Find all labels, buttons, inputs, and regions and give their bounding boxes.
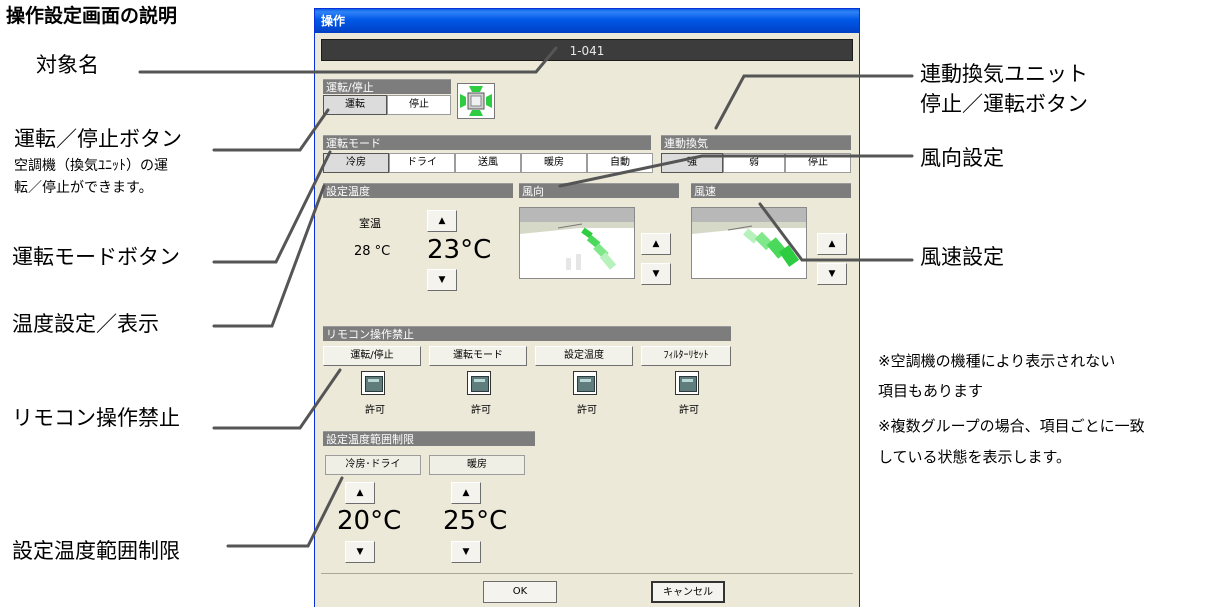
up-arrow-icon: ▲	[828, 239, 836, 249]
wind-speed-icon	[692, 208, 806, 267]
prohibit-filter-reset-button[interactable]: ﾌｨﾙﾀｰﾘｾｯﾄ	[641, 346, 731, 366]
callout-run-stop-button: 運転／停止ボタン	[14, 127, 182, 151]
mode-fan-button[interactable]: 送風	[455, 153, 521, 173]
prohibit-set-temp-button[interactable]: 設定温度	[535, 346, 633, 366]
vent-header: 連動換気	[661, 135, 851, 150]
set-temp-down-button[interactable]: ▼	[427, 269, 457, 291]
callout-wind-direction: 風向設定	[920, 146, 1004, 170]
wind-speed-header: 風速	[691, 183, 851, 198]
up-arrow-icon: ▲	[356, 488, 364, 498]
callout-temp-range-limit: 設定温度範囲制限	[12, 539, 180, 563]
vent-stop-button[interactable]: 停止	[785, 153, 851, 173]
ac-status-icon	[457, 83, 495, 119]
room-temp-value: 28 °C	[354, 244, 391, 259]
callout-remote-prohibit: リモコン操作禁止	[12, 406, 180, 430]
callout-target-name: 対象名	[36, 53, 99, 77]
page-heading: 操作設定画面の説明	[6, 5, 178, 27]
down-arrow-icon: ▼	[828, 269, 836, 279]
note-line-2: 項目もあります	[878, 382, 984, 400]
callout-mode-button: 運転モードボタン	[12, 245, 180, 269]
dialog-title[interactable]: 操作	[315, 9, 859, 33]
wind-direction-down-button[interactable]: ▼	[641, 263, 671, 285]
wind-speed-down-button[interactable]: ▼	[817, 263, 847, 285]
set-temp-up-button[interactable]: ▲	[427, 210, 457, 232]
room-temp-label: 室温	[359, 217, 381, 230]
ok-button[interactable]: OK	[483, 581, 557, 603]
mode-auto-button[interactable]: 自動	[587, 153, 653, 173]
vent-high-button[interactable]: 強	[661, 153, 723, 173]
prohibit-run-stop-button[interactable]: 運転/停止	[323, 346, 421, 366]
callout-temp-setting: 温度設定／表示	[12, 312, 159, 336]
temp-range-cool-dry-tab[interactable]: 冷房･ドライ	[325, 455, 421, 475]
prohibit-mode-button[interactable]: 運転モード	[429, 346, 527, 366]
run-button[interactable]: 運転	[323, 95, 387, 115]
up-arrow-icon: ▲	[438, 216, 446, 226]
set-temp-value: 23°C	[427, 235, 492, 265]
down-arrow-icon: ▼	[438, 275, 446, 285]
wind-speed-up-button[interactable]: ▲	[817, 233, 847, 255]
vent-low-button[interactable]: 弱	[723, 153, 785, 173]
wind-direction-display	[519, 207, 635, 279]
mode-heat-button[interactable]: 暖房	[521, 153, 587, 173]
prohibit-set-temp-state: 許可	[577, 405, 597, 416]
wind-direction-up-button[interactable]: ▲	[641, 233, 671, 255]
prohibit-filter-reset-state: 許可	[679, 405, 699, 416]
temp-range-header: 設定温度範囲制限	[323, 431, 535, 446]
callout-vent-unit-line1: 連動換気ユニット	[920, 62, 1088, 86]
wind-direction-icon	[520, 208, 634, 270]
temp-range-heat-tab[interactable]: 暖房	[429, 455, 525, 475]
dialog-panel: 1-041 運転/停止 運転 停止 運転モード 冷房 ドライ 送風 暖房 自動 …	[321, 39, 853, 607]
callout-vent-unit-line2: 停止／運転ボタン	[920, 92, 1088, 116]
prohibit-mode-lock-icon[interactable]	[467, 371, 491, 395]
note-line-1: ※空調機の機種により表示されない	[878, 352, 1116, 370]
temp-range-heat-up-button[interactable]: ▲	[451, 482, 481, 504]
note-line-4: している状態を表示します。	[878, 448, 1072, 466]
callout-run-stop-desc-1: 空調機（換気ﾕﾆｯﾄ）の運	[14, 158, 168, 174]
callout-run-stop-desc-2: 転／停止ができます。	[14, 180, 153, 196]
remote-prohibit-header: リモコン操作禁止	[323, 326, 731, 341]
set-temp-header: 設定温度	[323, 183, 513, 198]
temp-range-cool-value: 20°C	[337, 506, 402, 536]
wind-direction-header: 風向	[519, 183, 679, 198]
up-arrow-icon: ▲	[652, 239, 660, 249]
temp-range-cool-down-button[interactable]: ▼	[345, 541, 375, 563]
wind-speed-display	[691, 207, 807, 279]
run-stop-header: 運転/停止	[323, 79, 451, 94]
mode-dry-button[interactable]: ドライ	[389, 153, 455, 173]
temp-range-cool-up-button[interactable]: ▲	[345, 482, 375, 504]
up-arrow-icon: ▲	[462, 488, 470, 498]
down-arrow-icon: ▼	[652, 269, 660, 279]
prohibit-run-stop-lock-icon[interactable]	[361, 371, 385, 395]
temp-range-heat-down-button[interactable]: ▼	[451, 541, 481, 563]
mode-header: 運転モード	[323, 135, 651, 150]
callout-wind-speed: 風速設定	[920, 245, 1004, 269]
cancel-button[interactable]: キャンセル	[651, 581, 725, 603]
down-arrow-icon: ▼	[356, 547, 364, 557]
prohibit-set-temp-lock-icon[interactable]	[573, 371, 597, 395]
operation-dialog: 操作 1-041 運転/停止 運転 停止 運転モード 冷房 ドライ 送風 暖房 …	[314, 8, 860, 607]
note-line-3: ※複数グループの場合、項目ごとに一致	[878, 417, 1145, 435]
mode-cool-button[interactable]: 冷房	[323, 153, 389, 173]
prohibit-filter-reset-lock-icon[interactable]	[675, 371, 699, 395]
temp-range-heat-value: 25°C	[443, 506, 508, 536]
down-arrow-icon: ▼	[462, 547, 470, 557]
prohibit-run-stop-state: 許可	[365, 405, 385, 416]
footer-divider	[321, 573, 853, 574]
prohibit-mode-state: 許可	[471, 405, 491, 416]
stop-button[interactable]: 停止	[387, 95, 451, 115]
target-name-display: 1-041	[321, 39, 853, 61]
